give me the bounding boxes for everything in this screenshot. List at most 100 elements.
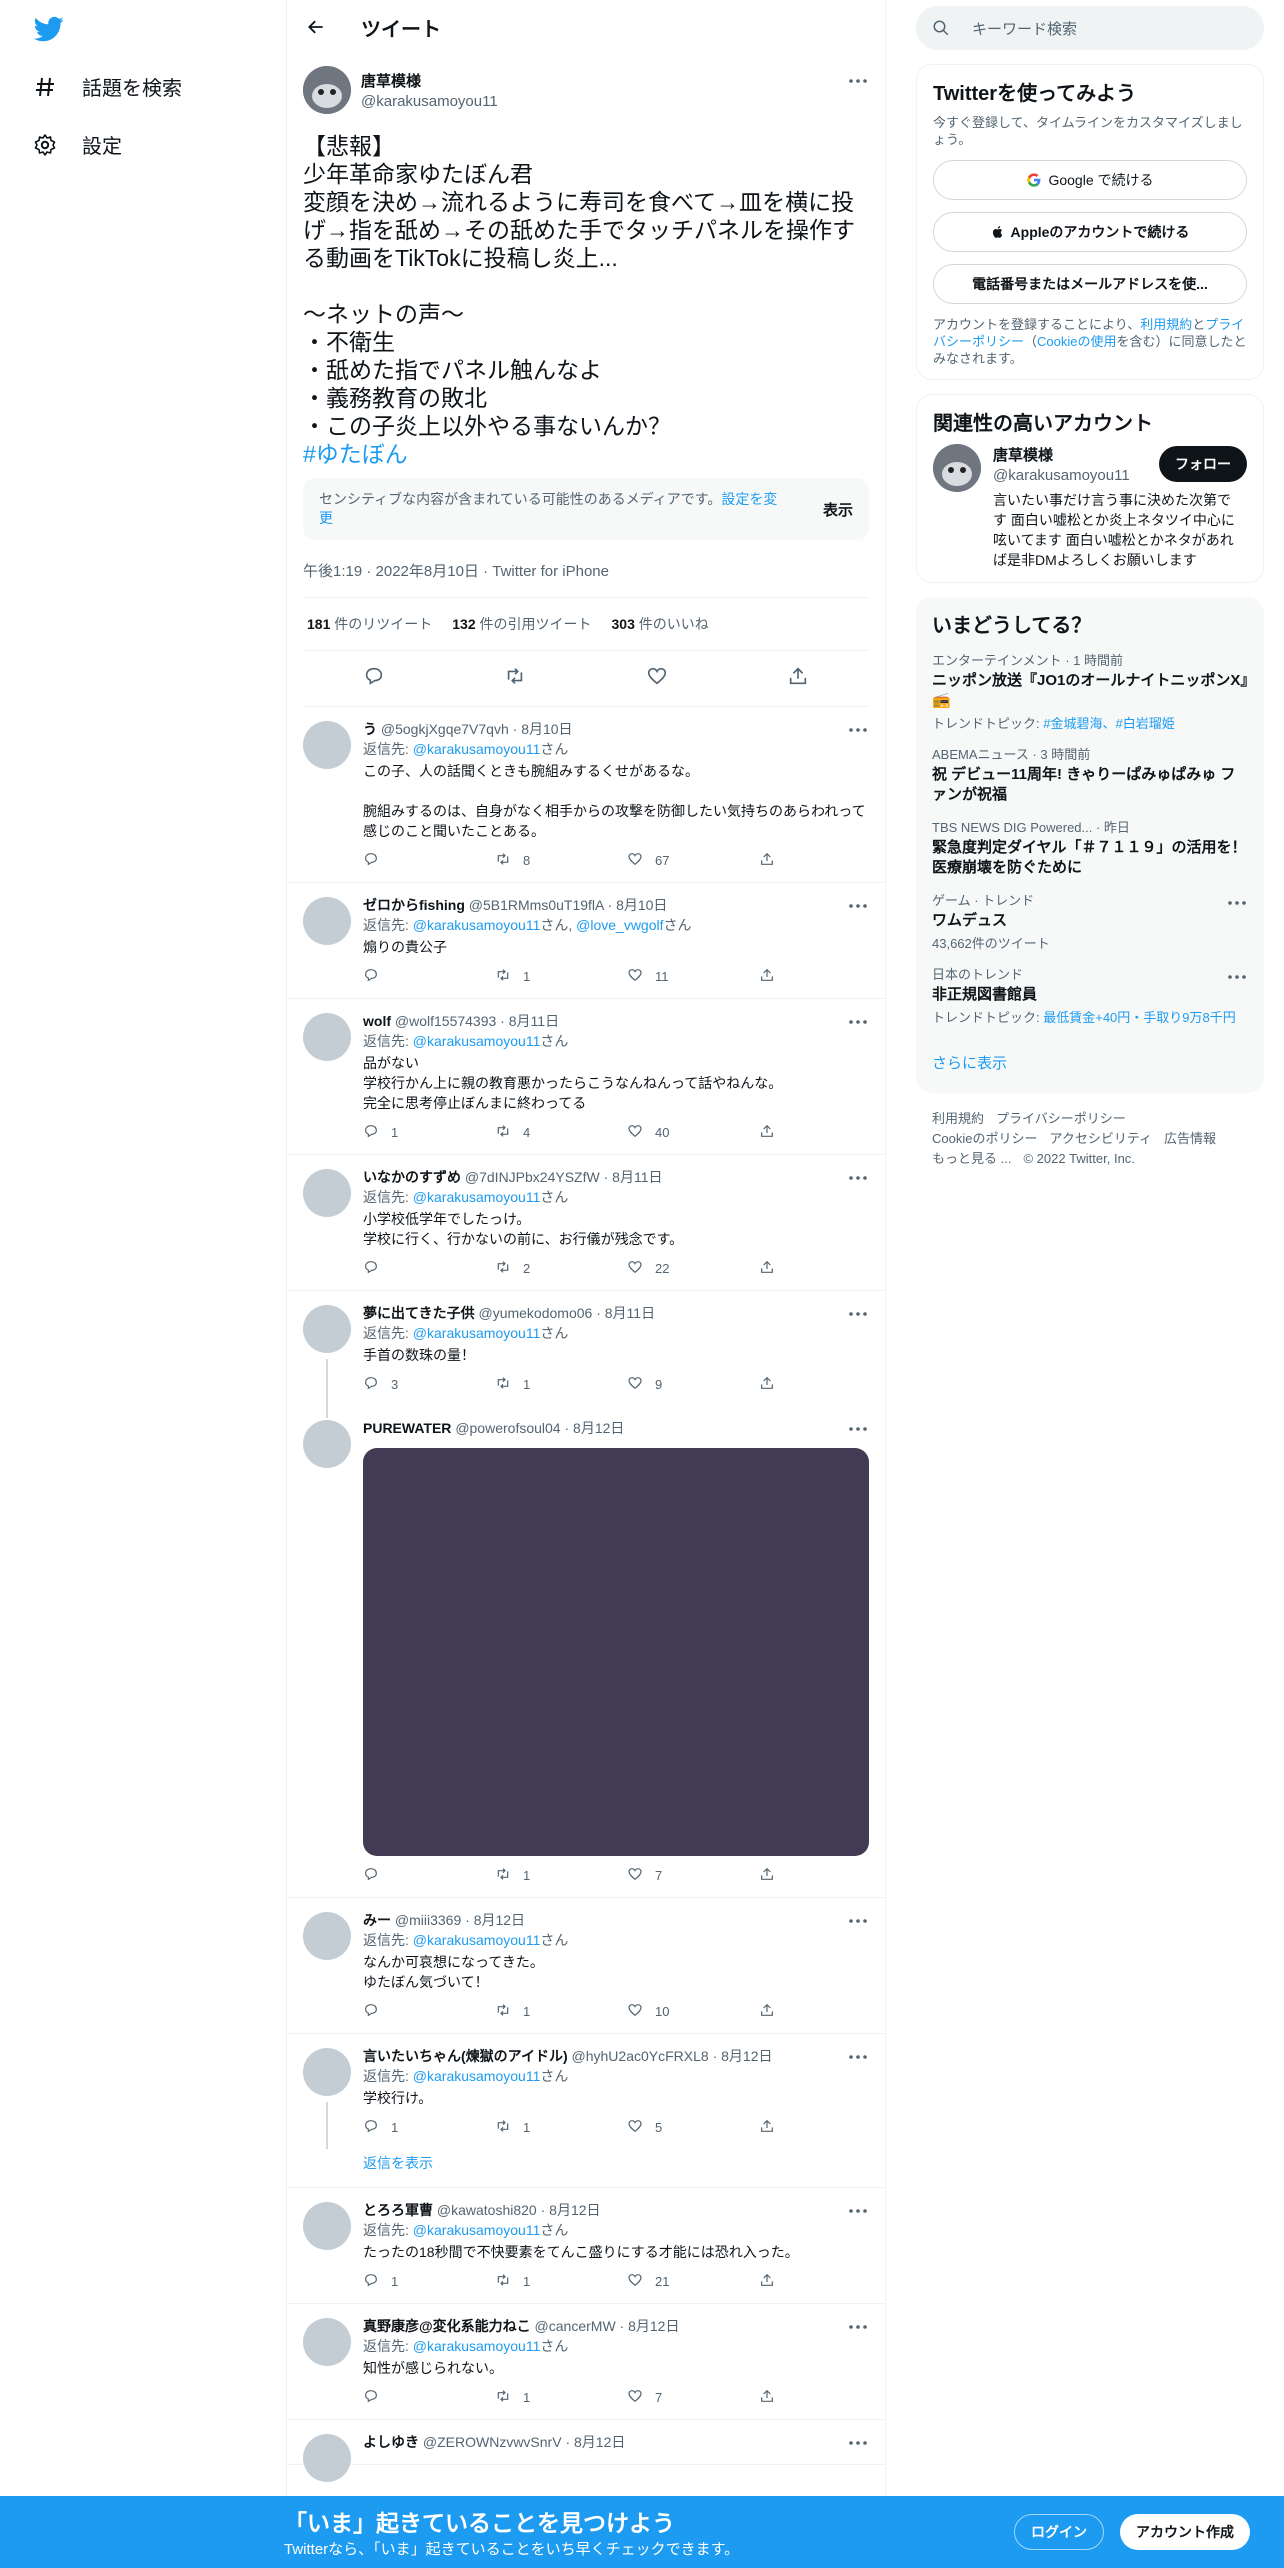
show-media-button[interactable]: 表示 (823, 499, 853, 520)
reply-button[interactable] (363, 2388, 495, 2407)
follow-button[interactable]: フォロー (1159, 446, 1247, 482)
reply-date[interactable]: 8月12日 (721, 2048, 772, 2064)
reply-date[interactable]: 8月11日 (605, 1305, 655, 1321)
reply-button[interactable] (363, 1866, 495, 1885)
share-button[interactable] (759, 1866, 775, 1885)
show-replies-link[interactable]: 返信を表示 (287, 2149, 885, 2188)
reply-to-link[interactable]: @karakusamoyou11 (413, 741, 541, 757)
reply-tweet[interactable]: 言いたいちゃん(煉獄のアイドル) @hyhU2ac0YcFRXL8 · 8月12… (287, 2034, 885, 2149)
reply-tweet[interactable]: みー @miii3369 · 8月12日 返信先: @karakusamoyou1… (287, 1898, 885, 2034)
cookie-link[interactable]: Cookieの使用 (1037, 334, 1116, 349)
footer-link[interactable]: アクセシビリティ (1049, 1131, 1152, 1146)
reply-author-handle[interactable]: @5B1RMms0uT19flA (469, 897, 604, 913)
footer-link[interactable]: Cookieのポリシー (932, 1131, 1037, 1146)
more-icon[interactable] (847, 2046, 869, 2068)
more-icon[interactable] (847, 719, 869, 741)
like-button[interactable]: 11 (627, 967, 759, 986)
more-icon[interactable] (847, 1303, 869, 1325)
trend-topic-link[interactable]: 最低賃金+40円・手取り9万8千円 (1043, 1010, 1236, 1025)
reply-button[interactable] (363, 967, 495, 986)
reply-date[interactable]: 8月10日 (521, 721, 572, 737)
share-button[interactable] (759, 1123, 775, 1142)
reply-author-handle[interactable]: @kawatoshi820 (437, 2202, 537, 2218)
reply-author-handle[interactable]: @powerofsoul04 (455, 1420, 560, 1436)
more-icon[interactable] (847, 1167, 869, 1189)
like-button[interactable]: 9 (627, 1375, 759, 1394)
reply-to-link[interactable]: @karakusamoyou11 (413, 1932, 541, 1948)
like-button[interactable]: 10 (627, 2002, 759, 2021)
reply-tweet[interactable]: とろろ軍曹 @kawatoshi820 · 8月12日 返信先: @karakus… (287, 2188, 885, 2304)
reply-date[interactable]: 8月12日 (628, 2318, 679, 2334)
more-icon[interactable] (1226, 892, 1248, 914)
avatar[interactable] (303, 721, 351, 769)
terms-link[interactable]: 利用規約 (1140, 317, 1192, 332)
reply-author-name[interactable]: PUREWATER (363, 1420, 451, 1436)
twitter-logo-icon[interactable] (32, 14, 66, 44)
like-count[interactable]: 303 件のいいね (612, 614, 709, 634)
reply-to-link[interactable]: @karakusamoyou11 (413, 2068, 541, 2084)
reply-tweet[interactable]: よしゆき @ZEROWNzvwvSnrV · 8月12日 (287, 2420, 885, 2482)
reply-to-link[interactable]: @karakusamoyou11 (413, 2338, 541, 2354)
hashtag-link[interactable]: #ゆたぼん (303, 440, 869, 468)
retweet-button[interactable]: 8 (495, 851, 627, 870)
reply-tweet[interactable]: 夢に出てきた子供 @yumekodomo06 · 8月11日 返信先: @kara… (287, 1291, 885, 1406)
share-button[interactable] (759, 851, 775, 870)
avatar[interactable] (303, 2318, 351, 2366)
reply-button[interactable] (363, 851, 495, 870)
reply-tweet[interactable]: いなかのすずめ @7dINJPbx24YSZfW · 8月11日 返信先: @ka… (287, 1155, 885, 1291)
reply-icon[interactable] (363, 665, 385, 692)
retweet-button[interactable]: 1 (495, 1866, 627, 1885)
avatar[interactable] (303, 897, 351, 945)
footer-link[interactable]: もっと見る ... (932, 1151, 1011, 1166)
like-button[interactable]: 67 (627, 851, 759, 870)
reply-tweet[interactable]: wolf @wolf15574393 · 8月11日 返信先: @karakusa… (287, 999, 885, 1155)
share-button[interactable] (759, 1375, 775, 1394)
reply-button[interactable]: 1 (363, 1123, 495, 1142)
footer-link[interactable]: 広告情報 (1164, 1131, 1216, 1146)
like-button[interactable]: 21 (627, 2272, 759, 2291)
more-icon[interactable] (847, 1011, 869, 1033)
reply-date[interactable]: 8月11日 (612, 1169, 662, 1185)
avatar[interactable] (303, 1420, 351, 1468)
share-button[interactable] (759, 1259, 775, 1278)
back-arrow-icon[interactable] (303, 14, 329, 40)
retweet-button[interactable]: 4 (495, 1123, 627, 1142)
reply-button[interactable]: 3 (363, 1375, 495, 1394)
retweet-button[interactable]: 1 (495, 2002, 627, 2021)
retweet-button[interactable]: 1 (495, 2388, 627, 2407)
phone-email-signup-button[interactable]: 電話番号またはメールアドレスを使... (933, 264, 1247, 304)
reply-author-name[interactable]: よしゆき (363, 2434, 419, 2450)
trend-item[interactable]: エンターテインメント · 1 時間前 ニッポン放送『JO1のオールナイトニッポンX… (932, 652, 1248, 732)
retweet-count[interactable]: 181 件のリツイート (307, 614, 432, 634)
share-button[interactable] (759, 2118, 775, 2137)
reply-author-name[interactable]: 夢に出てきた子供 (363, 1305, 475, 1321)
reply-tweet[interactable]: ゼロからfishing @5B1RMms0uT19flA · 8月10日 返信先:… (287, 883, 885, 999)
share-button[interactable] (759, 2272, 775, 2291)
google-signin-button[interactable]: Google で続ける (933, 160, 1247, 200)
trend-topic-link[interactable]: #金城碧海、#白岩瑠姫 (1043, 716, 1174, 731)
nav-explore[interactable]: 話題を検索 (32, 72, 182, 101)
reply-author-handle[interactable]: @cancerMW (535, 2318, 616, 2334)
more-icon[interactable] (847, 1910, 869, 1932)
show-more-link[interactable]: さらに表示 (932, 1052, 1248, 1073)
share-button[interactable] (759, 2388, 775, 2407)
reply-button[interactable]: 1 (363, 2118, 495, 2137)
search-input[interactable]: キーワード検索 (916, 6, 1264, 50)
reply-author-handle[interactable]: @miii3369 (395, 1912, 461, 1928)
retweet-button[interactable]: 1 (495, 1375, 627, 1394)
tweet-author[interactable]: 唐草模様 @karakusamoyou11 (303, 66, 869, 114)
reply-author-handle[interactable]: @7dINJPbx24YSZfW (465, 1169, 600, 1185)
reply-date[interactable]: 8月12日 (574, 2434, 625, 2450)
reply-author-name[interactable]: 真野康彦@変化系能力ねこ (363, 2318, 531, 2334)
reply-author-name[interactable]: wolf (363, 1013, 391, 1029)
retweet-button[interactable]: 1 (495, 2118, 627, 2137)
trend-item[interactable]: ABEMAニュース · 3 時間前祝 デビュー11周年! きゃりーぱみゅぱみゅ … (932, 746, 1248, 805)
reply-tweet[interactable]: う @5ogkjXgqe7V7qvh · 8月10日 返信先: @karakusa… (287, 707, 885, 883)
reply-date[interactable]: 8月10日 (616, 897, 667, 913)
reply-to-link[interactable]: @karakusamoyou11 (413, 917, 541, 933)
footer-link[interactable]: 利用規約 (932, 1111, 984, 1126)
more-icon[interactable] (847, 70, 869, 92)
reply-date[interactable]: 8月12日 (549, 2202, 600, 2218)
more-icon[interactable] (847, 2316, 869, 2338)
reply-author-name[interactable]: う (363, 721, 377, 737)
